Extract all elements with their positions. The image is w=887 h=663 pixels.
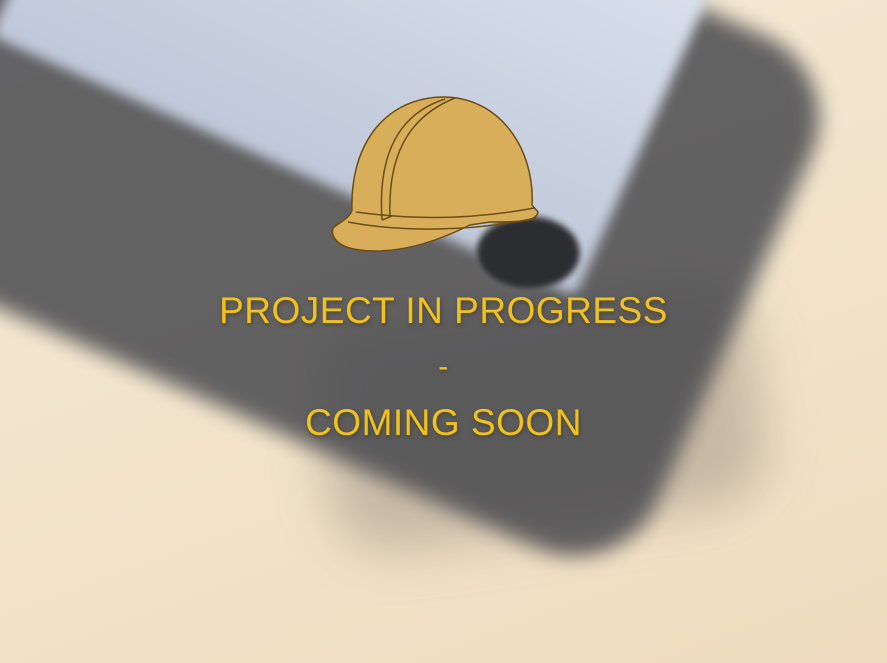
status-separator: -	[438, 350, 449, 383]
status-line-2: COMING SOON	[305, 402, 582, 443]
status-line-1: PROJECT IN PROGRESS	[219, 290, 668, 331]
